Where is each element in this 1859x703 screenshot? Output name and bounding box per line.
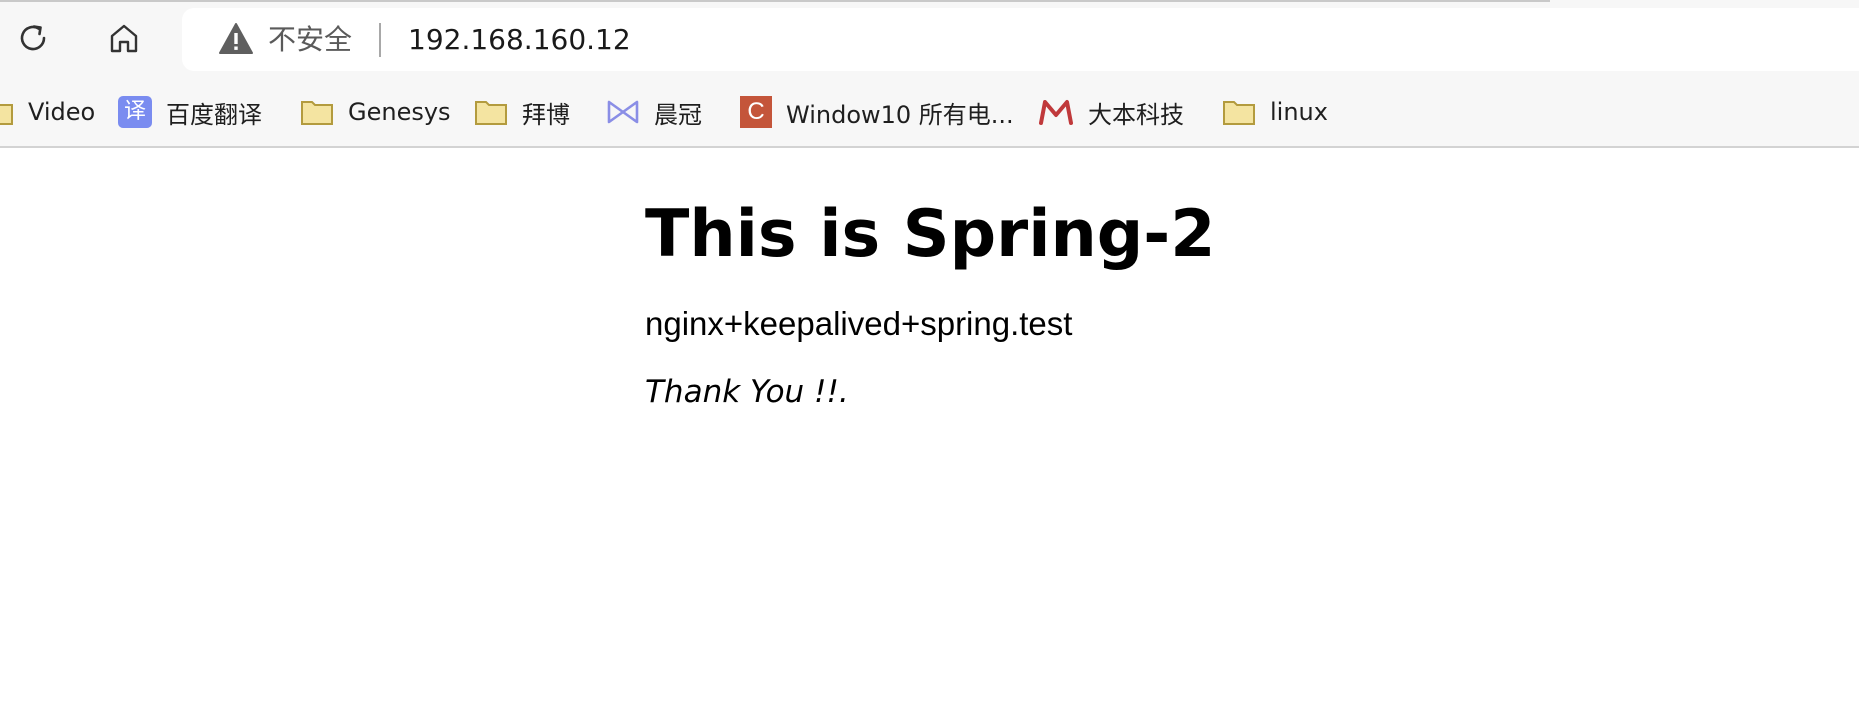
tab-strip-edge (0, 0, 1550, 2)
bookmark-window10[interactable]: C Window10 所有电... (740, 91, 1014, 133)
reload-button[interactable] (9, 14, 57, 62)
bookmark-label: 百度翻译 (166, 100, 262, 129)
bookmarks-bar: Video 译 百度翻译 Genesys 拜博 晨冠 C Window10 所有… (0, 81, 1859, 148)
bookmark-genesys[interactable]: Genesys (300, 91, 451, 133)
m-logo-icon (1039, 100, 1073, 125)
browser-toolbar: 不安全 192.168.160.12 (0, 0, 1859, 81)
warning-icon[interactable] (218, 22, 254, 56)
folder-icon (0, 104, 13, 125)
thank-you-text: Thank You !!. (645, 374, 849, 410)
bookmark-label: linux (1270, 98, 1328, 126)
address-separator (379, 23, 381, 57)
bookmark-label: Window10 所有电... (786, 100, 1014, 129)
bookmark-linux[interactable]: linux (1222, 91, 1328, 133)
home-button[interactable] (100, 14, 148, 62)
bookmark-baibo[interactable]: 拜博 (474, 91, 570, 133)
folder-icon (475, 101, 507, 125)
url-text[interactable]: 192.168.160.12 (408, 18, 631, 62)
home-icon (110, 24, 138, 53)
reload-icon (20, 25, 46, 51)
bookmark-label: Video (28, 98, 96, 126)
bookmark-chenguan[interactable]: 晨冠 (606, 91, 702, 133)
folder-icon (301, 101, 333, 125)
bookmark-label: 晨冠 (654, 100, 702, 129)
page-content: This is Spring-2 nginx+keepalived+spring… (645, 190, 1216, 414)
bookmark-label: 大本科技 (1088, 100, 1184, 129)
page-subtitle: nginx+keepalived+spring.test (645, 305, 1073, 342)
baidu-translate-icon: 译 (118, 96, 152, 128)
c-logo-icon: C (740, 96, 772, 128)
bookmark-label: Genesys (348, 98, 451, 126)
page-heading: This is Spring-2 (645, 197, 1216, 272)
folder-icon (1223, 101, 1255, 125)
bookmark-video[interactable]: Video (0, 91, 95, 133)
bookmark-baidu-translate[interactable]: 译 百度翻译 (118, 91, 262, 133)
chenguan-logo-icon (607, 100, 639, 124)
security-status-label[interactable]: 不安全 (268, 18, 352, 62)
bookmark-daben[interactable]: 大本科技 (1038, 91, 1184, 133)
bookmark-label: 拜博 (522, 100, 570, 129)
